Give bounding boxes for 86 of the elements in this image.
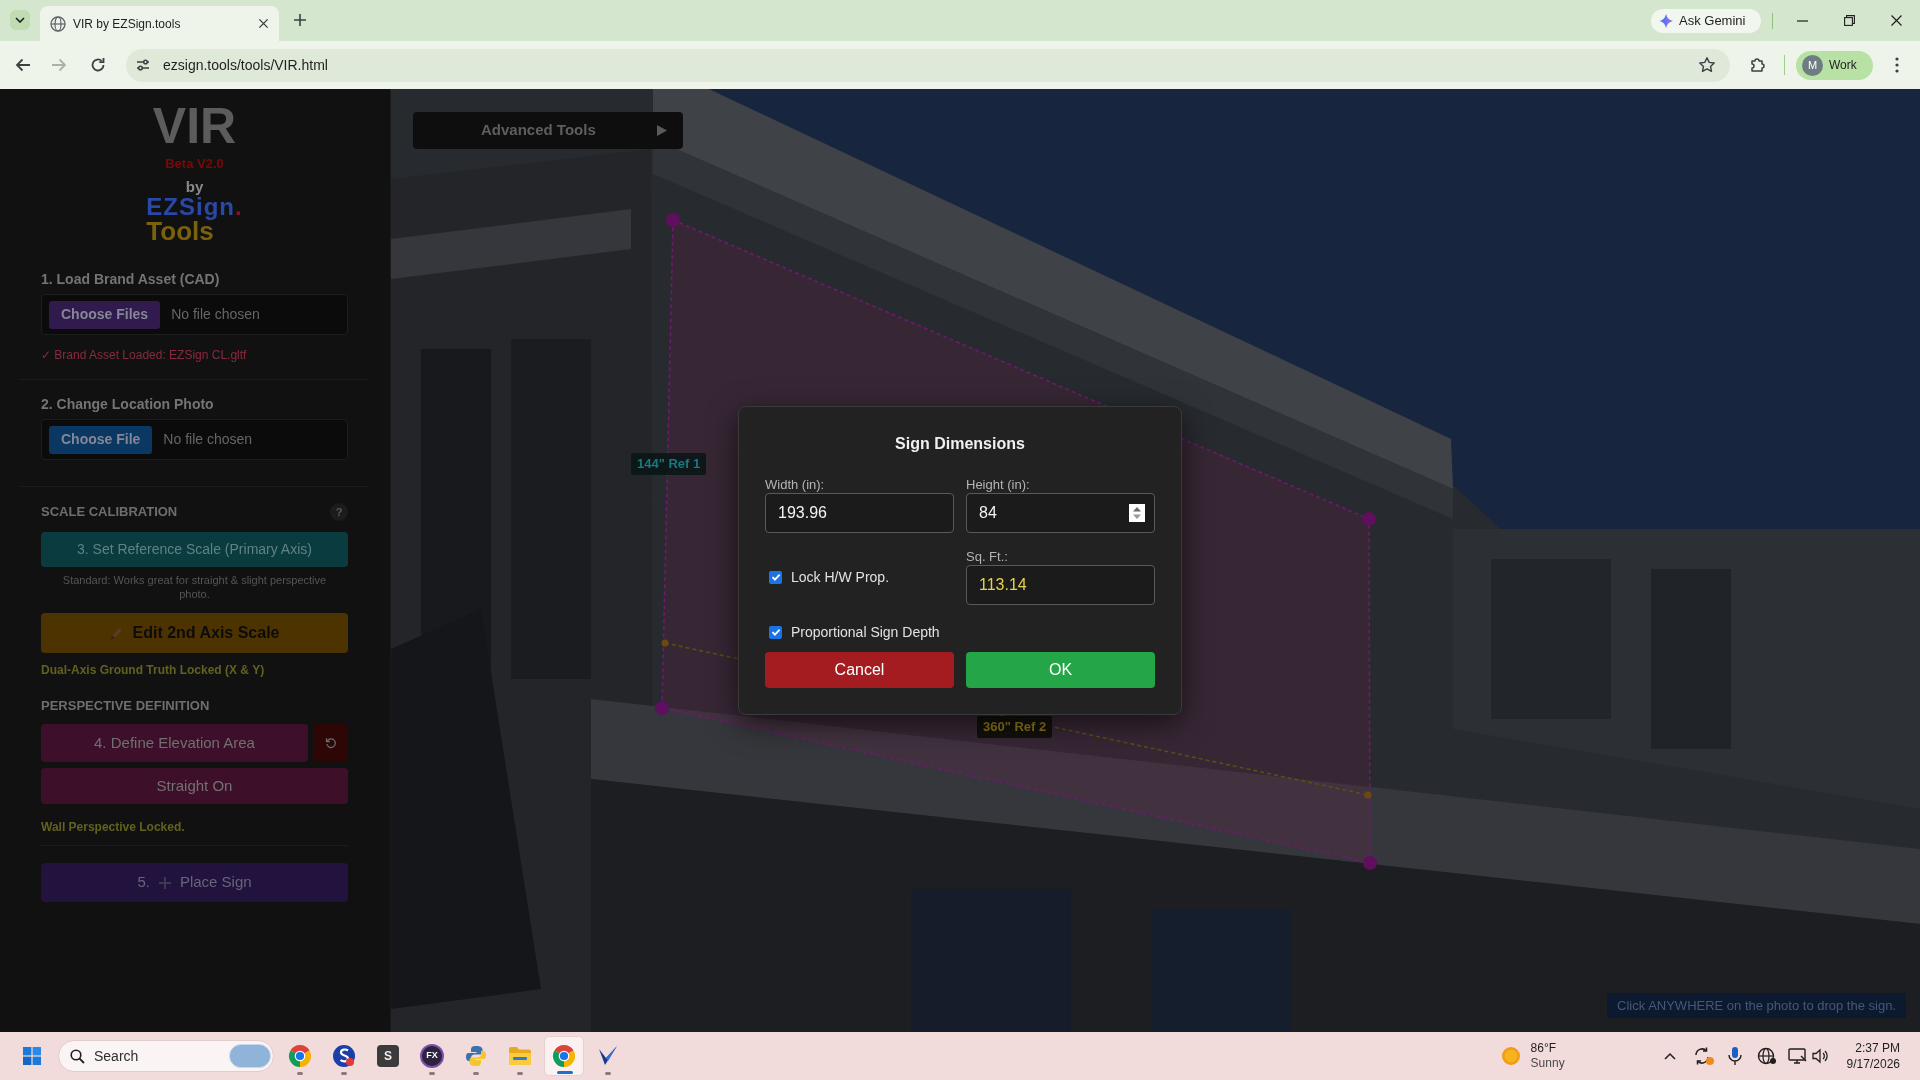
star-icon[interactable] (1698, 56, 1716, 74)
file-status-text: No file chosen (163, 430, 253, 449)
field-label: Width (in): (765, 477, 826, 493)
weather-temperature: 86°F (1530, 1041, 1558, 1056)
instruction-banner: Click ANYWHERE on the photo to drop the sign. (1607, 993, 1906, 1018)
browser-icon (288, 1044, 312, 1068)
site-settings-icon[interactable] (134, 56, 152, 74)
file-input[interactable]: Choose File No file chosen (41, 419, 348, 460)
taskbar-app-button[interactable] (544, 1036, 584, 1076)
status-message: ✓ Brand Asset Loaded: EZSign CL.gltf (41, 347, 248, 363)
width-field[interactable]: 193.96 (765, 493, 954, 533)
two-tone-app-icon (465, 1045, 487, 1067)
corner-handle[interactable] (655, 701, 669, 715)
puzzle-icon[interactable] (1748, 55, 1768, 75)
speaker-icon[interactable] (1810, 1047, 1829, 1065)
ask-assistant-button[interactable]: Ask Gemini (1651, 8, 1761, 33)
chevron-down-icon (15, 17, 25, 23)
field-label: Sq. Ft.: (966, 549, 1009, 565)
plus-icon (158, 876, 171, 889)
corner-handle[interactable] (1362, 512, 1376, 526)
number-spinner[interactable] (1129, 504, 1145, 522)
close-icon[interactable] (1891, 15, 1902, 26)
corner-handle[interactable] (666, 213, 680, 227)
set-reference-scale-button[interactable]: 3. Set Reference Scale (Primary Axis) (41, 532, 348, 567)
weather-condition: Sunny (1530, 1056, 1565, 1071)
logo-title: VIR (152, 104, 237, 148)
cancel-button[interactable]: Cancel (765, 652, 954, 688)
taskbar-app-button[interactable]: FX (412, 1036, 452, 1076)
start-icon[interactable] (23, 1047, 41, 1065)
minimize-icon[interactable] (1797, 19, 1808, 22)
picture-placeholder (229, 1044, 271, 1068)
sun-icon (1500, 1046, 1521, 1066)
restore-icon[interactable] (1844, 15, 1855, 26)
ok-button[interactable]: OK (966, 652, 1155, 688)
area-field[interactable]: 113.14 (966, 565, 1155, 605)
search-icon (70, 1049, 85, 1064)
section-title: SCALE CALIBRATION (41, 503, 178, 521)
define-elevation-button[interactable]: 4. Define Elevation Area (41, 724, 308, 762)
clock-time: 2:37 PM (1855, 1040, 1900, 1056)
checkbox[interactable] (769, 570, 782, 584)
checkbox-label: Proportional Sign Depth (791, 622, 940, 642)
plus-icon (294, 14, 306, 26)
brand-subtitle: Tools (146, 219, 214, 243)
corner-handle[interactable] (1363, 856, 1377, 870)
straight-on-button[interactable]: Straight On (41, 768, 348, 804)
status-message: Dual-Axis Ground Truth Locked (X & Y) (41, 662, 266, 678)
brand-name: EZSign. (146, 195, 243, 219)
status-message: Wall Perspective Locked. (41, 819, 186, 835)
close-icon[interactable] (258, 18, 269, 29)
sparkle-icon (1659, 13, 1673, 28)
byline-text: by (185, 179, 204, 195)
taskbar-app-button[interactable]: S (368, 1036, 408, 1076)
version-label: Beta V2.0 (165, 157, 224, 171)
profile-avatar: M (1802, 54, 1823, 76)
letter-tile-icon: S (377, 1045, 399, 1067)
file-input[interactable]: Choose Files No file chosen (41, 294, 348, 335)
url-text: ezsign.tools/tools/VIR.html (163, 55, 328, 75)
step-heading: 2. Change Location Photo (41, 395, 215, 413)
clock-date: 9/17/2026 (1846, 1056, 1900, 1072)
reset-icon (324, 737, 337, 749)
dialog-title: Sign Dimensions (894, 434, 1026, 454)
browser-tab[interactable]: VIR by EZSign.tools (40, 6, 279, 41)
file-status-text: No file chosen (171, 305, 260, 324)
place-sign-button[interactable]: 5. Place Sign (41, 863, 348, 902)
hint-text: Standard: Works great for straight & slight perspective photo. (61, 573, 328, 601)
browser-icon (552, 1044, 576, 1068)
choose-file-button[interactable]: Choose File (49, 425, 153, 454)
section-title: PERSPECTIVE DEFINITION (41, 697, 211, 715)
height-field[interactable]: 84 (966, 493, 1155, 533)
globe-icon (50, 15, 66, 32)
tab-list-button[interactable] (10, 10, 30, 30)
step-heading: 1. Load Brand Asset (CAD) (41, 270, 221, 288)
checkbox[interactable] (769, 625, 782, 639)
help-button[interactable]: ? (330, 503, 348, 521)
field-label: Height (in): (966, 477, 1031, 493)
advanced-tools-toggle[interactable]: Advanced Tools (413, 112, 683, 149)
pencil-icon (109, 625, 125, 641)
folder-icon (508, 1046, 532, 1066)
reference-label: 360" Ref 2 (977, 716, 1053, 738)
profile-button[interactable]: M Work (1796, 50, 1873, 80)
reference-label: 144" Ref 1 (631, 453, 707, 475)
monitor-icon[interactable] (1787, 1047, 1808, 1065)
checkbox-label: Lock H/W Prop. (791, 567, 890, 587)
address-bar[interactable]: ezsign.tools/tools/VIR.html (126, 48, 1730, 82)
s-curve-icon (332, 1044, 356, 1068)
choose-file-button[interactable]: Choose Files (49, 300, 161, 329)
